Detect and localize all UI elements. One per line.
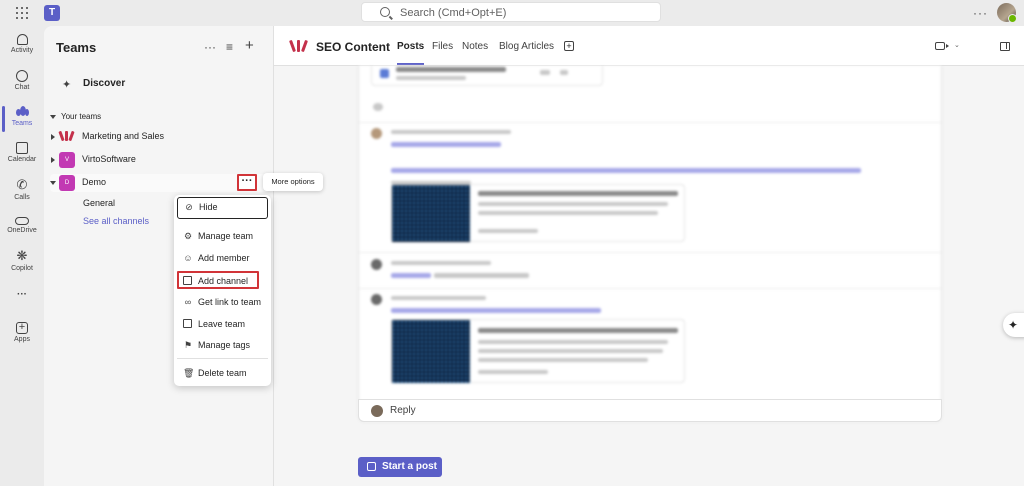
panel-actions: ··· ≡ + bbox=[204, 37, 264, 56]
link-preview-card bbox=[391, 319, 685, 383]
search-icon bbox=[380, 7, 390, 17]
menu-item-delete-team[interactable]: 🗑 Delete team bbox=[177, 363, 268, 383]
team-marketing-and-sales[interactable]: Marketing and Sales bbox=[50, 128, 270, 146]
menu-item-hide[interactable]: ⊘ Hide bbox=[177, 197, 268, 219]
top-bar: T Search (Cmd+Opt+E) ··· bbox=[0, 0, 1024, 26]
phone-icon: ✆ bbox=[16, 177, 28, 192]
menu-item-manage-tags[interactable]: ⚑ Manage tags bbox=[177, 335, 268, 355]
channel-logo-icon bbox=[289, 39, 308, 53]
menu-item-add-channel[interactable]: Add channel bbox=[177, 271, 259, 289]
tag-icon: ⚑ bbox=[183, 340, 193, 350]
copilot-icon: ❋ bbox=[16, 248, 28, 263]
rail-item-activity[interactable]: Activity bbox=[0, 30, 44, 64]
bell-icon bbox=[16, 34, 28, 45]
chevron-down-icon[interactable]: ⌄ bbox=[954, 41, 960, 49]
start-post-button[interactable]: Start a post bbox=[358, 457, 442, 477]
add-channel-icon bbox=[183, 276, 192, 285]
chevron-right-icon bbox=[51, 134, 55, 140]
profile-avatar[interactable] bbox=[997, 3, 1017, 23]
link-preview-card bbox=[391, 184, 685, 242]
menu-divider bbox=[177, 358, 268, 359]
hide-icon: ⊘ bbox=[185, 202, 193, 212]
rail-item-more[interactable]: ··· bbox=[0, 284, 44, 304]
sparkle-icon: ✦ bbox=[62, 79, 72, 91]
more-options-tooltip: More options bbox=[263, 173, 323, 191]
chevron-right-icon bbox=[51, 157, 55, 163]
tab-posts[interactable]: Posts bbox=[397, 41, 425, 65]
channel-header: SEO Content Posts Files Notes Blog Artic… bbox=[274, 26, 1024, 66]
reply-button[interactable]: Reply bbox=[358, 399, 942, 422]
menu-item-add-member[interactable]: ☺ Add member bbox=[177, 248, 268, 268]
rail-item-apps[interactable]: + Apps bbox=[0, 318, 44, 352]
tab-files[interactable]: Files bbox=[432, 41, 453, 52]
rail-item-teams[interactable]: Teams bbox=[0, 102, 44, 136]
discover-button[interactable]: ✦ Discover bbox=[62, 76, 262, 94]
team-virtosoftware[interactable]: V VirtoSoftware bbox=[50, 151, 270, 169]
cloud-icon bbox=[15, 217, 29, 225]
channel-name: SEO Content bbox=[316, 40, 390, 54]
side-pane-icon[interactable] bbox=[1000, 42, 1010, 51]
panel-title: Teams bbox=[56, 40, 97, 55]
rail-item-copilot[interactable]: ❋ Copilot bbox=[0, 245, 44, 279]
main-area: SEO Content Posts Files Notes Blog Artic… bbox=[273, 26, 1024, 486]
chat-icon bbox=[16, 70, 28, 82]
more-options-button[interactable]: ··· bbox=[237, 174, 257, 191]
search-placeholder: Search (Cmd+Opt+E) bbox=[400, 7, 507, 19]
chevron-down-icon bbox=[50, 181, 56, 185]
rail-item-onedrive[interactable]: OneDrive bbox=[0, 210, 44, 244]
rail-item-calendar[interactable]: Calendar bbox=[0, 138, 44, 172]
team-logo-icon bbox=[58, 130, 75, 142]
team-avatar: V bbox=[59, 152, 75, 168]
link-icon: ∞ bbox=[184, 297, 192, 307]
tab-notes[interactable]: Notes bbox=[462, 41, 488, 52]
more-icon: ··· bbox=[17, 289, 27, 300]
calendar-icon bbox=[16, 142, 28, 154]
see-all-channels-link[interactable]: See all channels bbox=[83, 216, 149, 226]
teams-logo-icon: T bbox=[44, 5, 60, 21]
tab-blog-articles[interactable]: Blog Articles bbox=[499, 41, 554, 52]
trash-icon: 🗑 bbox=[183, 368, 195, 378]
add-icon[interactable]: + bbox=[245, 37, 254, 54]
video-icon[interactable] bbox=[935, 42, 945, 50]
apps-icon: + bbox=[16, 322, 28, 334]
file-card bbox=[371, 66, 603, 86]
menu-item-manage-team[interactable]: ⚙ Manage team bbox=[177, 226, 268, 246]
menu-item-get-link[interactable]: ∞ Get link to team bbox=[177, 292, 268, 312]
user-avatar bbox=[371, 405, 383, 417]
team-avatar: D bbox=[59, 175, 75, 191]
compose-icon bbox=[367, 462, 376, 471]
app-rail: Activity Chat Teams Calendar ✆ Calls One… bbox=[0, 26, 44, 486]
your-teams-header[interactable]: Your teams bbox=[50, 112, 101, 121]
filter-icon[interactable]: ≡ bbox=[226, 40, 233, 54]
settings-more-icon[interactable]: ··· bbox=[973, 6, 988, 20]
rail-item-chat[interactable]: Chat bbox=[0, 66, 44, 100]
add-person-icon: ☺ bbox=[183, 253, 193, 263]
teams-icon bbox=[15, 106, 29, 118]
team-context-menu: ⊘ Hide ⚙ Manage team ☺ Add member Add ch… bbox=[174, 195, 271, 386]
channel-general[interactable]: General bbox=[83, 198, 115, 208]
posts-feed bbox=[358, 66, 942, 422]
leave-icon bbox=[183, 319, 192, 328]
search-box[interactable]: Search (Cmd+Opt+E) bbox=[361, 2, 661, 22]
gear-icon: ⚙ bbox=[183, 231, 193, 241]
rail-item-calls[interactable]: ✆ Calls bbox=[0, 174, 44, 208]
copilot-sparkle-icon[interactable]: ✦ bbox=[1003, 313, 1024, 337]
menu-item-leave-team[interactable]: Leave team bbox=[177, 314, 268, 334]
add-tab-icon[interactable]: + bbox=[564, 41, 574, 51]
panel-more-icon[interactable]: ··· bbox=[204, 40, 216, 54]
app-launcher-icon[interactable] bbox=[16, 7, 28, 19]
chevron-down-icon bbox=[50, 114, 56, 119]
